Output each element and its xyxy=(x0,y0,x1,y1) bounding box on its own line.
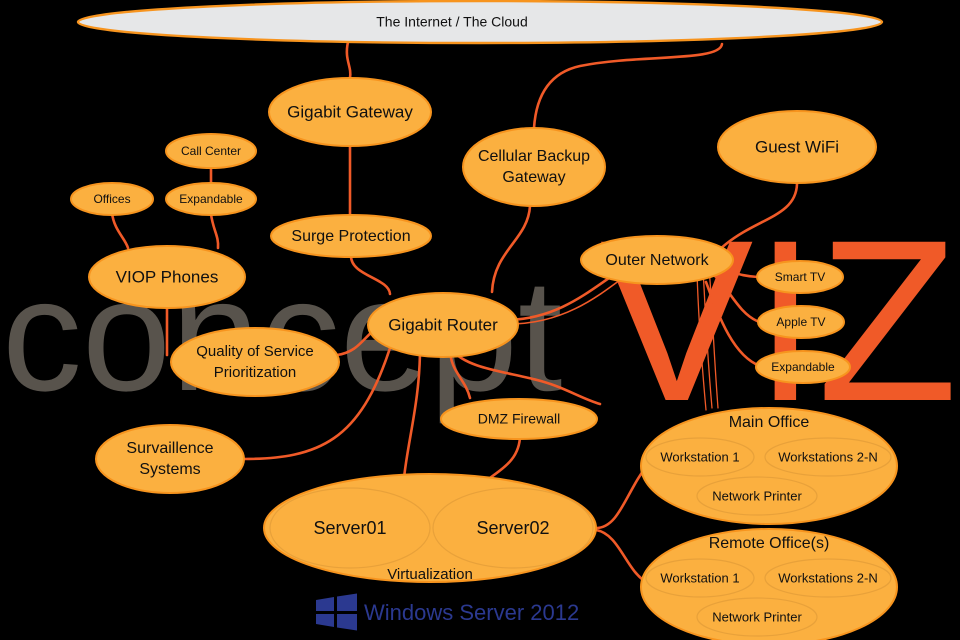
guest-wifi-label: Guest WiFi xyxy=(755,137,839,156)
connector-offices-viop xyxy=(110,211,130,250)
surveillance-ellipse xyxy=(95,424,245,494)
cellular-backup-ellipse xyxy=(462,127,606,207)
viop-phones-label: VIOP Phones xyxy=(116,267,219,286)
remote-office-title: Remote Office(s) xyxy=(709,535,830,552)
node-remote-office[interactable]: Remote Office(s) Workstation 1 Workstati… xyxy=(640,528,898,640)
remote-office-workstation1-label: Workstation 1 xyxy=(660,570,739,585)
gigabit-router-label: Gigabit Router xyxy=(388,315,498,334)
main-office-printer-label: Network Printer xyxy=(712,488,802,503)
windows-flag-icon xyxy=(316,593,357,631)
remote-office-printer-label: Network Printer xyxy=(712,609,802,624)
node-expandable-phones[interactable]: Expandable xyxy=(165,182,257,216)
node-call-center[interactable]: Call Center xyxy=(165,133,257,169)
node-gigabit-gateway[interactable]: Gigabit Gateway xyxy=(268,77,432,147)
network-diagram-canvas: concept VIZ xyxy=(0,0,960,640)
node-main-office[interactable]: Main Office Workstation 1 Workstations 2… xyxy=(640,407,898,525)
server02-label: Server02 xyxy=(476,518,549,538)
connector-server-remoteoffice xyxy=(594,528,650,585)
surveillance-label-line2: Systems xyxy=(139,461,200,478)
node-quality-of-service[interactable]: Quality of Service Prioritization xyxy=(170,327,340,397)
node-guest-wifi[interactable]: Guest WiFi xyxy=(717,110,877,184)
node-viop-phones[interactable]: VIOP Phones xyxy=(88,245,246,309)
node-dmz-firewall[interactable]: DMZ Firewall xyxy=(440,398,598,440)
node-cellular-backup-gateway[interactable]: Cellular Backup Gateway xyxy=(462,127,606,207)
cellular-backup-label-line2: Gateway xyxy=(502,169,565,186)
gigabit-gateway-label: Gigabit Gateway xyxy=(287,102,413,121)
offices-label: Offices xyxy=(93,192,130,206)
connector-cloud-gigabit-gateway xyxy=(345,40,352,80)
connector-dmz-servers xyxy=(488,433,522,480)
node-surveillance-systems[interactable]: Survaillence Systems xyxy=(95,424,245,494)
dmz-firewall-label: DMZ Firewall xyxy=(478,411,560,427)
main-office-title: Main Office xyxy=(729,414,810,431)
call-center-label: Call Center xyxy=(181,144,241,158)
main-office-workstations2n-label: Workstations 2-N xyxy=(778,449,877,464)
server01-label: Server01 xyxy=(313,518,386,538)
outer-network-label: Outer Network xyxy=(605,252,709,269)
windows-server-logo: Windows Server 2012 xyxy=(316,593,579,631)
node-offices[interactable]: Offices xyxy=(70,182,154,216)
virtualization-label: Virtualization xyxy=(387,566,473,583)
qos-ellipse xyxy=(170,327,340,397)
expandable-outer-label: Expandable xyxy=(771,360,835,374)
surveillance-label-line1: Survaillence xyxy=(126,440,213,457)
cellular-backup-label-line1: Cellular Backup xyxy=(478,148,590,165)
surge-protection-label: Surge Protection xyxy=(291,228,410,245)
remote-office-workstations2n-label: Workstations 2-N xyxy=(778,570,877,585)
qos-label-line1: Quality of Service xyxy=(196,343,314,360)
connector-cloud-cellular-backup xyxy=(532,42,724,130)
cloud-label: The Internet / The Cloud xyxy=(376,14,528,30)
node-outer-network[interactable]: Outer Network xyxy=(580,235,734,285)
diagram-svg: concept VIZ xyxy=(2,0,958,640)
node-gigabit-router[interactable]: Gigabit Router xyxy=(367,292,519,358)
cloud-node[interactable]: The Internet / The Cloud xyxy=(76,0,884,45)
node-server-group[interactable]: Server01 Server02 Virtualization xyxy=(263,473,597,583)
smart-tv-label: Smart TV xyxy=(775,270,825,284)
node-expandable-outer[interactable]: Expandable xyxy=(755,350,851,384)
apple-tv-label: Apple TV xyxy=(776,315,825,329)
node-apple-tv[interactable]: Apple TV xyxy=(757,305,845,339)
windows-server-logo-text: Windows Server 2012 xyxy=(364,600,579,625)
node-smart-tv[interactable]: Smart TV xyxy=(756,260,844,294)
qos-label-line2: Prioritization xyxy=(214,364,297,381)
expandable-phones-label: Expandable xyxy=(179,192,243,206)
node-surge-protection[interactable]: Surge Protection xyxy=(270,214,432,258)
connector-expandable-viop xyxy=(209,212,220,250)
main-office-workstation1-label: Workstation 1 xyxy=(660,449,739,464)
